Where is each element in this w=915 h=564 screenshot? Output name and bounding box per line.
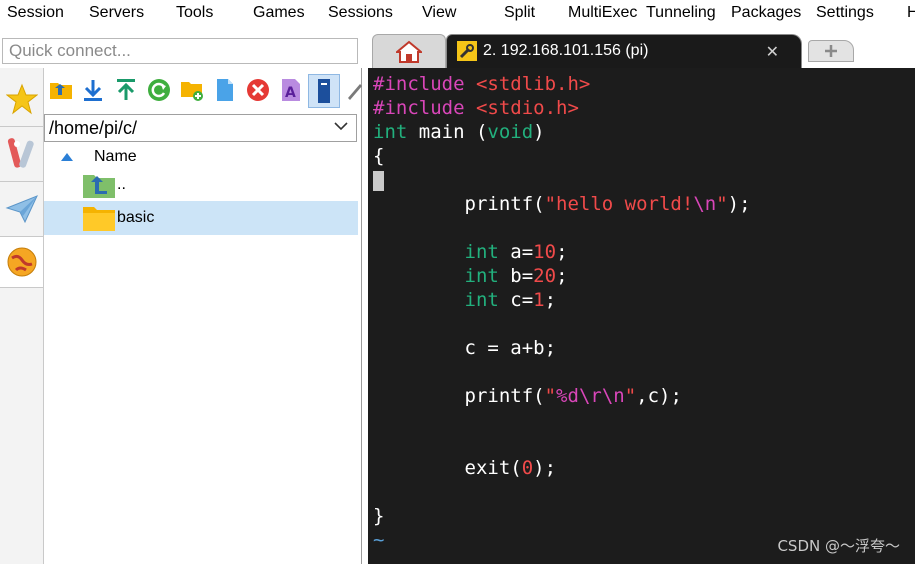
menu-games[interactable]: Games xyxy=(253,4,305,22)
terminal-line: printf("hello world!\n"); xyxy=(373,193,751,215)
terminal-line: int b=20; xyxy=(464,265,568,287)
menu-tunneling[interactable]: Tunneling xyxy=(646,4,716,22)
terminal-line: { xyxy=(373,145,385,167)
terminal-line: int c=1; xyxy=(464,289,557,311)
file-row-basic[interactable]: basic xyxy=(44,201,358,235)
new-folder-button[interactable] xyxy=(180,78,204,102)
side-tab-sessions[interactable] xyxy=(0,72,43,127)
rename-button[interactable]: A xyxy=(279,78,303,102)
terminal-follow-icon xyxy=(318,79,330,103)
upload-button[interactable] xyxy=(114,78,138,102)
menu-packages[interactable]: Packages xyxy=(731,4,801,22)
menu-sessions[interactable]: Sessions xyxy=(328,4,393,22)
rename-icon: A xyxy=(282,79,300,101)
menu-help[interactable]: H xyxy=(907,4,915,22)
refresh-icon xyxy=(148,79,170,101)
file-row-name: basic xyxy=(117,209,155,226)
watermark: CSDN @～浮夸～ xyxy=(777,537,900,555)
file-row-name: .. xyxy=(117,176,126,193)
menu-session[interactable]: Session xyxy=(7,4,64,22)
home-icon xyxy=(396,40,422,63)
wrench-icon xyxy=(457,41,477,61)
download-button[interactable] xyxy=(81,78,105,102)
terminal-line: ~ xyxy=(373,529,385,551)
terminal-cursor xyxy=(373,171,384,191)
tools-icon xyxy=(7,138,34,168)
session-tab-bar: 2. 192.168.101.156 (pi) ✕ xyxy=(362,30,915,68)
parent-folder-icon xyxy=(83,175,115,198)
star-icon xyxy=(5,83,38,115)
terminal-pane[interactable]: #include <stdlib.h> #include <stdio.h> int… xyxy=(368,68,915,564)
edit-icon xyxy=(348,84,362,100)
paper-plane-icon xyxy=(4,195,38,224)
quick-connect-input[interactable] xyxy=(3,39,349,63)
terminal-line: #include <stdio.h> xyxy=(373,97,579,119)
sftp-browser: A /home/pi/c/ Name .. basic xyxy=(44,68,362,564)
plus-icon xyxy=(825,45,837,57)
menu-servers[interactable]: Servers xyxy=(89,4,144,22)
session-tab-title: 2. 192.168.101.156 (pi) xyxy=(483,42,649,59)
path-value: /home/pi/c/ xyxy=(49,118,138,138)
terminal-line: int a=10; xyxy=(464,241,568,263)
terminal-line: } xyxy=(373,505,385,527)
menu-tools[interactable]: Tools xyxy=(176,4,213,22)
new-file-icon xyxy=(217,79,233,101)
side-tab-tools[interactable] xyxy=(0,127,43,182)
download-icon xyxy=(84,80,102,101)
terminal-line: #include <stdlib.h> xyxy=(373,73,591,95)
edit-button[interactable] xyxy=(343,78,362,102)
menu-settings[interactable]: Settings xyxy=(816,4,874,22)
quick-connect-box xyxy=(2,38,358,64)
new-file-button[interactable] xyxy=(213,78,237,102)
new-tab-button[interactable] xyxy=(808,40,854,62)
terminal-line: int main (void) xyxy=(373,121,545,143)
menu-view[interactable]: View xyxy=(422,4,456,22)
delete-icon xyxy=(247,79,269,101)
parent-folder-button[interactable] xyxy=(49,78,73,102)
name-column-label: Name xyxy=(94,148,137,165)
svg-text:A: A xyxy=(285,85,296,101)
session-tab[interactable]: 2. 192.168.101.156 (pi) ✕ xyxy=(446,34,802,68)
folder-icon xyxy=(83,207,115,231)
refresh-button[interactable] xyxy=(147,78,171,102)
terminal-line: printf("%d\r\n",c); xyxy=(373,385,682,407)
sort-ascending-icon xyxy=(61,153,73,161)
menu-multiexec[interactable]: MultiExec xyxy=(568,4,637,22)
side-tab-sftp[interactable] xyxy=(0,237,43,288)
side-tab-strip xyxy=(0,68,44,564)
home-tab[interactable] xyxy=(372,34,446,68)
menu-split[interactable]: Split xyxy=(504,4,535,22)
file-row-parent[interactable]: .. xyxy=(44,168,358,202)
new-folder-icon xyxy=(181,82,203,101)
upload-icon xyxy=(117,79,135,100)
chevron-down-icon xyxy=(334,122,348,131)
parent-folder-icon xyxy=(50,83,72,99)
delete-button[interactable] xyxy=(246,78,270,102)
terminal-line: exit(0); xyxy=(373,457,557,479)
path-dropdown[interactable]: /home/pi/c/ xyxy=(44,114,357,142)
side-tab-macros[interactable] xyxy=(0,182,43,237)
globe-icon xyxy=(7,247,36,277)
close-icon[interactable]: ✕ xyxy=(766,42,779,62)
name-column-header[interactable]: Name xyxy=(44,146,358,168)
terminal-line: c = a+b; xyxy=(373,337,557,359)
follow-terminal-button[interactable] xyxy=(308,74,340,108)
sftp-toolbar: A xyxy=(44,72,362,108)
menu-bar: Session Servers Tools Games Sessions Vie… xyxy=(0,0,915,30)
